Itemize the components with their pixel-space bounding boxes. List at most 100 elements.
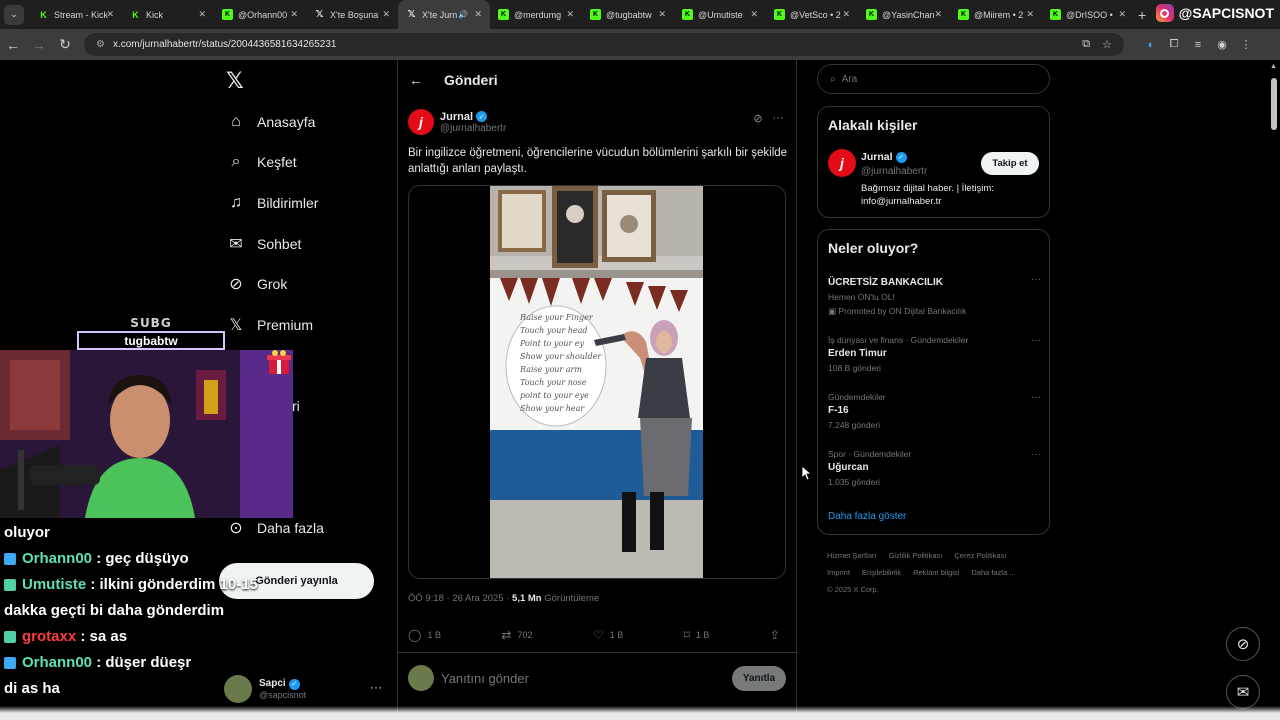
chat-message: grotaxx : sa as [4,624,294,650]
close-icon[interactable]: ✕ [198,9,206,20]
related-avatar[interactable]: j [828,149,856,177]
nav-item[interactable]: ⊘ Grok [226,269,287,299]
browser-tab[interactable]: K @merdumg ✕ [490,0,582,29]
browser-tab[interactable]: K @Miirem • 2 ✕ [950,0,1042,29]
browser-tab[interactable]: K Kick ✕ [122,0,214,29]
chat-message: oluyor [4,520,294,546]
footer-link[interactable]: Çerez Politikası [954,551,1006,560]
author-handle[interactable]: @jurnalhabertr [440,123,506,134]
author-avatar[interactable]: j [408,109,434,135]
new-tab-button[interactable]: + [1138,7,1146,23]
reload-icon[interactable]: ↻ [52,36,78,53]
close-icon[interactable]: ✕ [750,9,758,20]
extension-audio-icon[interactable]: ◖ [1138,39,1162,51]
grok-icon[interactable]: ⊘ [748,112,768,125]
browser-tab[interactable]: K @VetSco • 2 ✕ [766,0,858,29]
nav-item[interactable]: ⌕ Keşfet [226,147,297,177]
footer-link[interactable]: Daha fazla ... [971,568,1015,577]
more-options-icon[interactable]: ··· [768,112,788,125]
close-icon[interactable]: ✕ [474,9,482,20]
address-bar[interactable]: ⚙ x.com/jurnalhabertr/status/20044365816… [84,33,1124,56]
profile-icon[interactable]: ◉ [1210,38,1234,51]
copyright: © 2025 X Corp. [827,585,879,594]
close-icon[interactable]: ✕ [106,9,114,20]
grok-fab-icon[interactable]: ⊘ [1226,627,1260,661]
footer-link[interactable]: Reklam bilgisi [913,568,959,577]
post-video[interactable]: Raise your Finger Touch your head Point to… [408,185,786,579]
close-icon[interactable]: ✕ [1118,9,1126,20]
back-arrow-icon[interactable]: ← [398,72,434,88]
more-icon[interactable]: ··· [1031,449,1041,460]
scroll-up-icon[interactable]: ▲ [1270,63,1277,70]
close-icon[interactable]: ✕ [842,9,850,20]
url-text[interactable]: x.com/jurnalhabertr/status/2004436581634… [113,39,1082,50]
reply-action[interactable]: ◯ 1 B [408,625,441,645]
tab-search-icon[interactable]: ⌄ [4,4,24,25]
footer-link[interactable]: Erişilebilirlik [862,568,901,577]
media-control-icon[interactable]: ≡ [1186,39,1210,51]
forward-icon[interactable]: → [26,37,52,53]
close-icon[interactable]: ✕ [566,9,574,20]
browser-tab[interactable]: K @DrISOO • ✕ [1042,0,1134,29]
nav-item[interactable]: 𝕏 Premium [226,310,313,340]
chat-text: : ilkini gönderdim 10-15 [86,576,258,593]
related-title: Alakalı kişiler [828,117,918,133]
kick-icon: K [958,9,969,20]
trend-item[interactable]: ÜCRETSİZ BANKACILIK Hemen ON'lu OL! ▣ Prom… [828,274,1041,317]
menu-icon[interactable]: ⋮ [1234,38,1258,51]
share-action[interactable]: ⇪ [770,625,786,645]
browser-tab[interactable]: K @Orhann00 ✕ [214,0,306,29]
close-icon[interactable]: ✕ [382,9,390,20]
extensions-icon[interactable]: ⧠ [1162,38,1186,51]
trend-item[interactable]: Spor · Gündemdekiler Uğurcan 1.035 gönderi… [828,449,1041,487]
post-time[interactable]: ÖÖ 9:18 · 26 Ara 2025 · [408,593,512,604]
more-icon[interactable]: ··· [1031,335,1041,346]
reply-input[interactable]: Yanıtını gönder [441,671,732,686]
search-input[interactable]: ⌕ Ara [817,64,1050,94]
promoted-label: ▣ Promoted by ON Dijital Bankacılık [828,306,967,316]
x-logo-icon[interactable]: 𝕏 [226,68,244,94]
footer-link[interactable]: Hizmet Şartları [827,551,877,560]
more-icon[interactable]: ··· [1031,392,1041,403]
browser-tab[interactable]: K Stream - Kick ✕ [30,0,122,29]
trend-item[interactable]: İş dünyası ve finans · Gündemdekiler Erde… [828,335,1041,373]
repost-action[interactable]: ⇄ 702 [501,625,532,645]
nav-item[interactable]: ✉ Sohbet [226,229,301,259]
related-handle[interactable]: @jurnalhabertr [861,166,927,177]
bookmark-action[interactable]: ⌑ 1 B [684,625,710,645]
close-icon[interactable]: ✕ [934,9,942,20]
bookmark-star-icon[interactable]: ☆ [1102,38,1112,51]
footer-link[interactable]: Gizlilik Politikası [889,551,943,560]
more-icon[interactable]: ··· [370,680,382,694]
kick-icon: K [38,9,49,20]
close-icon[interactable]: ✕ [1026,9,1034,20]
scroll-thumb[interactable] [1271,78,1277,130]
related-name[interactable]: Jurnal ✓ [861,151,907,163]
reply-button[interactable]: Yanıtla [732,665,786,691]
chat-text: : sa as [76,628,128,645]
messages-fab-icon[interactable]: ✉ [1226,675,1260,709]
more-icon[interactable]: ··· [1031,274,1041,285]
close-icon[interactable]: ✕ [658,9,666,20]
browser-tab[interactable]: K @YasinChan ✕ [858,0,950,29]
show-more-link[interactable]: Daha fazla göster [828,511,906,522]
close-icon[interactable]: ✕ [290,9,298,20]
speaker-icon[interactable]: 🔊 [458,10,468,19]
back-icon[interactable]: ← [0,37,26,53]
site-info-icon[interactable]: ⚙ [96,39,105,50]
follow-button[interactable]: Takip et [981,152,1039,175]
browser-tab[interactable]: K @Umutiste ✕ [674,0,766,29]
browser-tab[interactable]: 𝕏 X'te Jurn 🔊 ✕ [398,0,490,29]
browser-tab[interactable]: K @tugbabtw ✕ [582,0,674,29]
trend-item[interactable]: Gündemdekiler F-16 7.248 gönderi ··· [828,392,1041,430]
install-app-icon[interactable]: ⧉ [1082,38,1090,51]
nav-item[interactable]: ⌂ Anasayfa [226,107,315,137]
nav-item[interactable]: ♫ Bildirimler [226,188,318,218]
chat-username: Orhann00 [22,654,93,671]
footer-link[interactable]: Imprint [827,568,850,577]
scrollbar[interactable]: ▲ [1270,60,1278,720]
author-name[interactable]: Jurnal ✓ [440,111,506,123]
like-action[interactable]: ♡ 1 B [593,625,623,645]
post-text: Bir ingilizce öğretmeni, öğrencilerine v… [408,147,788,175]
browser-tab[interactable]: 𝕏 X'te Boşuna ✕ [306,0,398,29]
